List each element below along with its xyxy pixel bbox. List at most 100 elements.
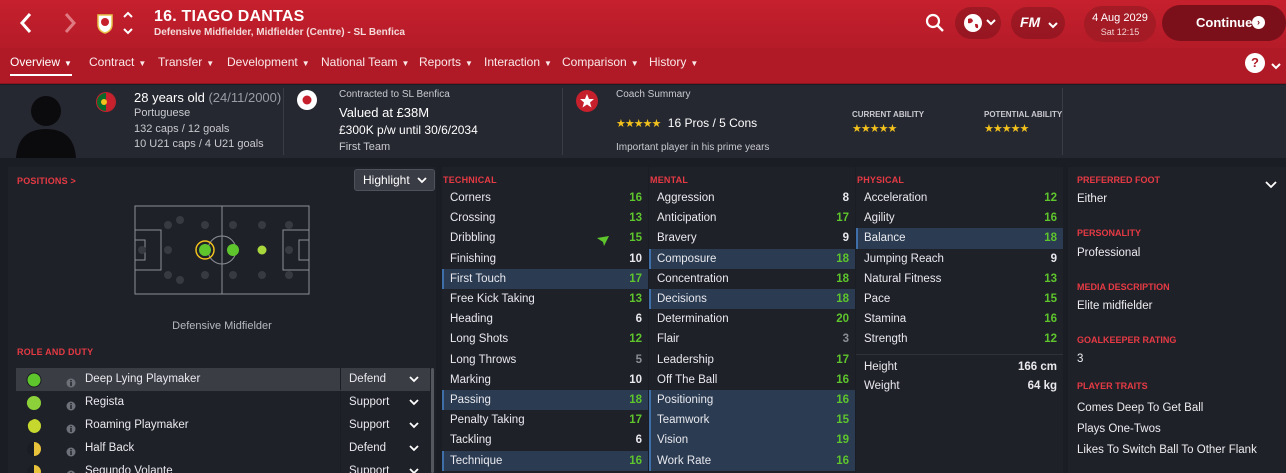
attribute-value: 16 [1044, 212, 1057, 225]
attribute-name: Strength [864, 333, 908, 346]
attribute-value: 8 [842, 192, 849, 204]
tab-overview[interactable]: Overview ▼ [10, 52, 72, 76]
positions-panel: POSITIONS > Highlight Defensive Midfield… [8, 167, 436, 473]
player-avatar [10, 85, 82, 158]
duty-dropdown[interactable]: Defend [340, 368, 430, 390]
search-icon[interactable] [925, 13, 945, 38]
tab-interaction[interactable]: Interaction ▼ [484, 52, 552, 76]
tab-comparison[interactable]: Comparison ▼ [562, 52, 639, 76]
goalkeeper-rating-label: GOALKEEPER RATING [1077, 335, 1177, 345]
physical-panel: PHYSICAL Acceleration 12 Agility 16 Balanc… [856, 167, 1063, 473]
chevron-down-icon[interactable] [1265, 177, 1277, 195]
media-description-value: Elite midfielder [1077, 300, 1153, 312]
role-row[interactable]: Regista Support [16, 391, 430, 414]
player-switch-arrows-icon[interactable] [122, 10, 134, 41]
potential-ability-label: POTENTIAL ABILITY [984, 110, 1063, 119]
attribute-row: Long Throws 5 [442, 350, 648, 370]
attribute-value: 12 [629, 333, 642, 346]
tab-development[interactable]: Development ▼ [227, 52, 310, 76]
attribute-name: Concentration [657, 272, 729, 285]
attribute-name: Acceleration [864, 192, 928, 204]
attribute-row: Stamina 16 [856, 309, 1063, 329]
attribute-row: Penalty Taking 17 [442, 410, 648, 430]
attribute-value: 17 [629, 414, 642, 427]
divider [283, 88, 284, 155]
attribute-name: Aggression [657, 192, 715, 204]
attribute-value: 16 [629, 192, 642, 204]
player-wage: £300K p/w until 30/6/2034 [339, 123, 478, 137]
attribute-row: Finishing 10 [442, 249, 648, 269]
highlight-label: Highlight [363, 173, 410, 187]
potential-ability-stars: ★★★★★ [984, 123, 1029, 135]
duty-dropdown[interactable]: Support [340, 460, 430, 473]
tab-history[interactable]: History ▼ [649, 52, 698, 76]
side-info-panel: PREFERRED FOOT Either PERSONALITY Profes… [1068, 167, 1286, 473]
game-date[interactable]: 4 Aug 2029 Sat 12:15 [1084, 6, 1156, 42]
attribute-value: 10 [629, 373, 642, 386]
highlight-dropdown[interactable]: Highlight [354, 169, 435, 191]
current-ability-label: CURRENT ABILITY [852, 110, 925, 119]
mental-heading: MENTAL [650, 175, 689, 185]
role-suitability-icon [26, 464, 42, 473]
attribute-name: Anticipation [657, 212, 717, 225]
role-name: Regista [85, 396, 124, 408]
tab-transfer[interactable]: Transfer ▼ [158, 52, 214, 76]
role-row[interactable]: Half Back Defend [16, 437, 430, 460]
role-duty-heading: ROLE AND DUTY [17, 347, 94, 357]
attribute-name: Balance [864, 232, 906, 245]
chevron-down-icon[interactable] [1271, 58, 1281, 76]
help-icon[interactable]: ? [1245, 53, 1265, 73]
roles-scrollbar[interactable] [431, 368, 434, 473]
attribute-value: 19 [836, 434, 849, 447]
info-icon[interactable] [66, 466, 76, 473]
weight-row: Weight 64 kg [856, 376, 1063, 396]
weight-value: 64 kg [1027, 380, 1057, 392]
world-menu-button[interactable] [955, 7, 1001, 39]
tab-reports[interactable]: Reports ▼ [419, 52, 473, 76]
attribute-name: Technique [450, 454, 503, 467]
attribute-value: 6 [635, 313, 642, 326]
attribute-value: 17 [836, 353, 849, 366]
duty-dropdown[interactable]: Support [340, 414, 430, 436]
attribute-value: 5 [635, 353, 642, 366]
tab-national-team[interactable]: National Team ▼ [321, 52, 409, 76]
attribute-row: Long Shots 12 [442, 329, 648, 349]
position-pitch [134, 205, 310, 295]
attribute-value: 13 [629, 212, 642, 225]
club-crest-icon [297, 90, 317, 110]
divider [1062, 88, 1063, 155]
physical-heading: PHYSICAL [857, 175, 905, 185]
attribute-row: Marking 10 [442, 370, 648, 390]
attribute-name: Passing [450, 394, 491, 406]
duty-dropdown[interactable]: Support [340, 391, 430, 413]
attribute-name: Jumping Reach [864, 252, 944, 265]
attribute-row: Natural Fitness 13 [856, 269, 1063, 289]
attribute-row: Tackling 6 [442, 430, 648, 450]
attribute-row-highlighted: Vision 19 [649, 430, 855, 451]
positions-heading[interactable]: POSITIONS > [17, 176, 76, 186]
position-name: Defensive Midfielder [172, 320, 272, 332]
attribute-value: 15 [1044, 293, 1057, 305]
role-name: Deep Lying Playmaker [85, 373, 201, 385]
continue-button[interactable]: Continue › [1162, 5, 1286, 41]
attribute-name: Flair [657, 333, 680, 346]
attribute-name: Marking [450, 373, 491, 386]
tab-contract[interactable]: Contract ▼ [89, 52, 146, 76]
attribute-name: Composure [657, 252, 717, 265]
attribute-name: Heading [450, 313, 493, 326]
top-bar: 16. TIAGO DANTAS Defensive Midfielder, M… [0, 0, 1286, 48]
role-row[interactable]: Segundo Volante Support [16, 460, 430, 473]
attribute-row: Dribbling 15 [442, 228, 648, 248]
squad-status: First Team [339, 141, 391, 153]
attribute-value: 16 [836, 454, 849, 467]
chevron-down-icon [1048, 17, 1058, 35]
role-row[interactable]: Deep Lying Playmaker Defend [16, 368, 430, 391]
fm-menu-button[interactable]: FM [1011, 7, 1065, 39]
attribute-value: 10 [629, 252, 642, 265]
player-nationality: Portuguese [134, 107, 191, 119]
attribute-row: Pace 15 [856, 289, 1063, 309]
duty-dropdown[interactable]: Defend [340, 437, 430, 459]
attribute-value: 13 [1044, 272, 1057, 285]
attribute-row-highlighted: First Touch 17 [442, 268, 648, 289]
role-row[interactable]: Roaming Playmaker Support [16, 414, 430, 437]
